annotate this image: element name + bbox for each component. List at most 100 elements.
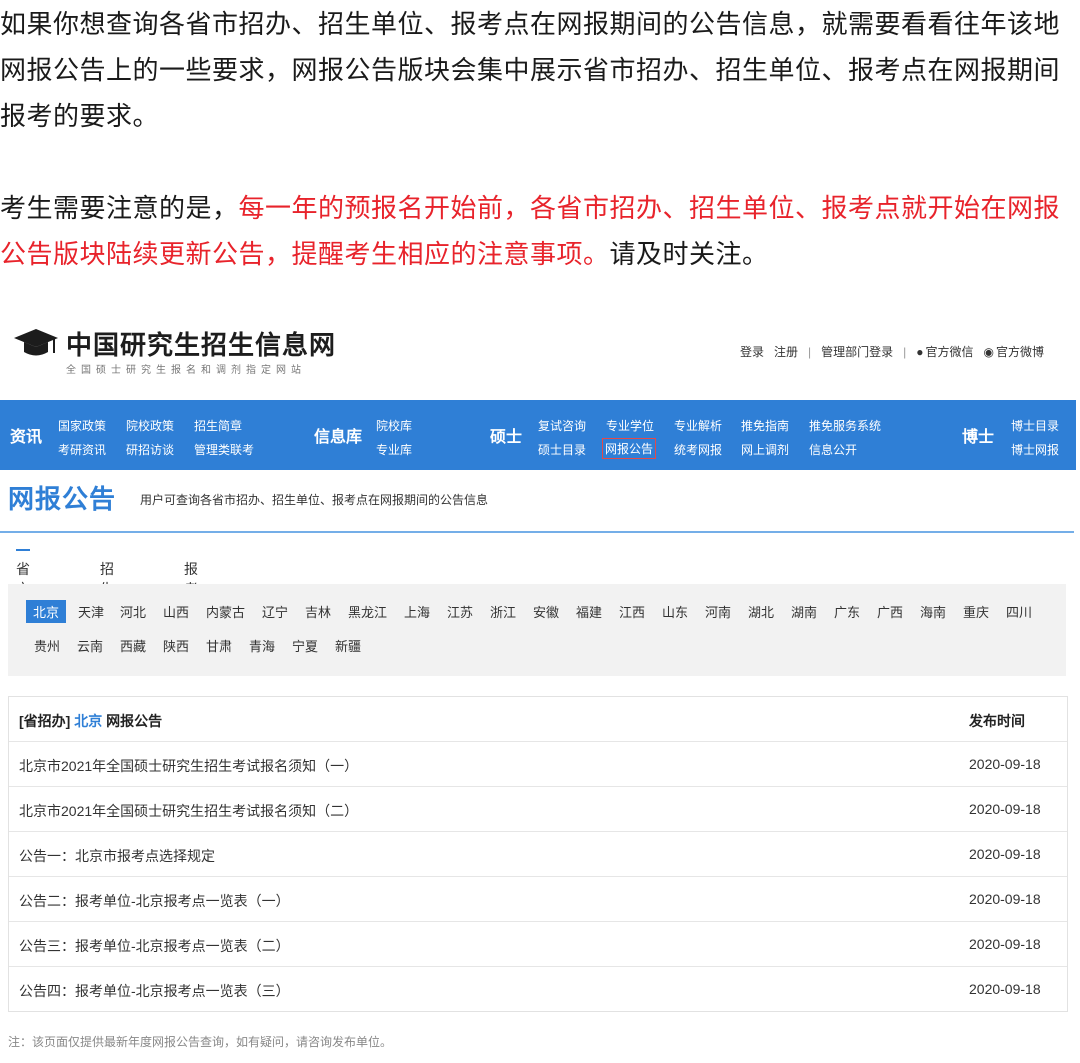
site-title: 中国研究生招生信息网 <box>66 331 337 361</box>
announcement-link[interactable]: 北京市2021年全国硕士研究生招生考试报名须知（二） <box>19 801 358 821</box>
region-item[interactable]: 山西 <box>163 602 189 621</box>
paragraph-2-prefix: 考生需要注意的是， <box>0 194 239 224</box>
region-item[interactable]: 广西 <box>877 602 903 621</box>
nav-xinxiku[interactable]: 信息库 <box>314 423 362 447</box>
divider: | <box>903 344 907 359</box>
region-item[interactable]: 黑龙江 <box>348 602 387 621</box>
publish-date: 2020-09-18 <box>969 936 1041 952</box>
table-header-title: [省招办] 北京 网报公告 <box>19 713 163 729</box>
nav-item[interactable]: 网上调剂 <box>741 441 789 458</box>
nav-item[interactable]: 专业学位 <box>606 417 654 434</box>
site-screenshot: 中国研究生招生信息网 全国硕士研究生报名和调剂指定网站 登录 注册 | 管理部门… <box>0 305 1080 1063</box>
publish-date: 2020-09-18 <box>969 981 1041 997</box>
page-title: 网报公告 <box>8 484 117 514</box>
region-item[interactable]: 辽宁 <box>262 602 288 621</box>
announcement-link[interactable]: 公告三：报考单位-北京报考点一览表（二） <box>19 936 290 956</box>
nav-item[interactable]: 专业解析 <box>674 417 722 434</box>
nav-item[interactable]: 信息公开 <box>809 441 857 458</box>
nav-item[interactable]: 研招访谈 <box>126 441 174 458</box>
publish-date: 2020-09-18 <box>969 891 1041 907</box>
region-item[interactable]: 广东 <box>834 602 860 621</box>
table-row[interactable]: 公告四：报考单位-北京报考点一览表（三） 2020-09-18 <box>9 967 1067 1011</box>
region-item[interactable]: 宁夏 <box>292 636 318 655</box>
nav-item[interactable]: 推免服务系统 <box>809 417 881 434</box>
nav-boshi[interactable]: 博士 <box>962 423 994 447</box>
nav-item[interactable]: 推免指南 <box>741 417 789 434</box>
announcement-table: [省招办] 北京 网报公告 发布时间 北京市2021年全国硕士研究生招生考试报名… <box>8 696 1068 1012</box>
table-row[interactable]: 北京市2021年全国硕士研究生招生考试报名须知（一） 2020-09-18 <box>9 742 1067 787</box>
register-link[interactable]: 注册 <box>774 343 798 360</box>
table-row[interactable]: 公告一：北京市报考点选择规定 2020-09-18 <box>9 832 1067 877</box>
region-item[interactable]: 云南 <box>77 636 103 655</box>
table-row[interactable]: 公告三：报考单位-北京报考点一览表（二） 2020-09-18 <box>9 922 1067 967</box>
region-item[interactable]: 北京 <box>26 600 67 623</box>
nav-item[interactable]: 硕士目录 <box>538 441 586 458</box>
announcement-link[interactable]: 公告一：北京市报考点选择规定 <box>19 846 215 866</box>
table-header: [省招办] 北京 网报公告 发布时间 <box>9 697 1067 742</box>
table-header-date: 发布时间 <box>969 713 1025 729</box>
region-item[interactable]: 新疆 <box>335 636 361 655</box>
region-item[interactable]: 湖北 <box>748 602 774 621</box>
announcement-link[interactable]: 北京市2021年全国硕士研究生招生考试报名须知（一） <box>19 756 358 776</box>
region-item[interactable]: 福建 <box>576 602 602 621</box>
table-row[interactable]: 公告二：报考单位-北京报考点一览表（一） 2020-09-18 <box>9 877 1067 922</box>
region-item[interactable]: 重庆 <box>963 602 989 621</box>
region-item[interactable]: 海南 <box>920 602 946 621</box>
site-header: 中国研究生招生信息网 全国硕士研究生报名和调剂指定网站 登录 注册 | 管理部门… <box>0 305 1080 400</box>
region-item[interactable]: 安徽 <box>533 602 559 621</box>
wechat-icon: ● <box>916 345 924 359</box>
region-item[interactable]: 四川 <box>1006 602 1032 621</box>
nav-item[interactable]: 招生简章 <box>194 417 242 434</box>
region-item[interactable]: 内蒙古 <box>206 602 245 621</box>
selected-region-label: 北京 <box>74 713 103 729</box>
nav-item[interactable]: 博士网报 <box>1011 441 1059 458</box>
region-item[interactable]: 江苏 <box>447 602 473 621</box>
main-nav: 资讯 国家政策 院校政策 招生简章 考研资讯 研招访谈 管理类联考 信息库 院校… <box>0 400 1076 470</box>
nav-shuoshi[interactable]: 硕士 <box>490 423 522 447</box>
nav-item[interactable]: 院校政策 <box>126 417 174 434</box>
nav-item[interactable]: 复试咨询 <box>538 417 586 434</box>
nav-item[interactable]: 管理类联考 <box>194 441 254 458</box>
region-item[interactable]: 西藏 <box>120 636 146 655</box>
announcement-link[interactable]: 公告二：报考单位-北京报考点一览表（一） <box>19 891 290 911</box>
region-item[interactable]: 天津 <box>78 602 104 621</box>
wechat-link[interactable]: ● 官方微信 <box>916 343 973 360</box>
nav-item-wangbao-gonggao[interactable]: 网报公告 <box>602 438 657 459</box>
page-description: 用户可查询各省市招办、招生单位、报考点在网报期间的公告信息 <box>140 493 489 507</box>
region-item[interactable]: 吉林 <box>305 602 331 621</box>
nav-zixun[interactable]: 资讯 <box>10 423 42 447</box>
site-logo[interactable]: 中国研究生招生信息网 <box>12 325 336 362</box>
region-item[interactable]: 河北 <box>120 602 146 621</box>
article-paragraph-2: 考生需要注意的是，每一年的预报名开始前，各省市招办、招生单位、报考点就开始在网报… <box>0 186 1078 278</box>
region-item[interactable]: 江西 <box>619 602 645 621</box>
login-link[interactable]: 登录 <box>740 343 764 360</box>
region-item[interactable]: 浙江 <box>490 602 516 621</box>
table-row[interactable]: 北京市2021年全国硕士研究生招生考试报名须知（二） 2020-09-18 <box>9 787 1067 832</box>
top-links: 登录 注册 | 管理部门登录 | ● 官方微信 ◉ 官方微博 <box>740 343 1044 360</box>
nav-item[interactable]: 国家政策 <box>58 417 106 434</box>
nav-item[interactable]: 统考网报 <box>674 441 722 458</box>
region-item[interactable]: 甘肃 <box>206 636 232 655</box>
nav-item[interactable]: 考研资讯 <box>58 441 106 458</box>
weibo-link[interactable]: ◉ 官方微博 <box>984 343 1045 360</box>
region-item[interactable]: 贵州 <box>34 636 60 655</box>
weibo-icon: ◉ <box>983 345 994 359</box>
footnote: 注：该页面仅提供最新年度网报公告查询，如有疑问，请咨询发布单位。 <box>8 1035 393 1049</box>
region-item[interactable]: 河南 <box>705 602 731 621</box>
publish-date: 2020-09-18 <box>969 801 1041 817</box>
divider <box>0 531 1074 533</box>
region-item[interactable]: 湖南 <box>791 602 817 621</box>
divider: | <box>807 344 812 359</box>
nav-item[interactable]: 院校库 <box>376 417 412 434</box>
announcement-link[interactable]: 公告四：报考单位-北京报考点一览表（三） <box>19 981 290 1001</box>
article-paragraph-1: 如果你想查询各省市招办、招生单位、报考点在网报期间的公告信息，就需要看看往年该地… <box>0 10 1061 132</box>
region-item[interactable]: 陕西 <box>163 636 189 655</box>
graduation-cap-icon <box>12 326 60 362</box>
region-item[interactable]: 上海 <box>404 602 430 621</box>
region-item[interactable]: 青海 <box>249 636 275 655</box>
region-item[interactable]: 山东 <box>662 602 688 621</box>
nav-item[interactable]: 专业库 <box>376 441 412 458</box>
paragraph-2-suffix: 请及时关注。 <box>609 240 769 270</box>
nav-item[interactable]: 博士目录 <box>1011 417 1059 434</box>
admin-login-link[interactable]: 管理部门登录 <box>821 343 893 360</box>
